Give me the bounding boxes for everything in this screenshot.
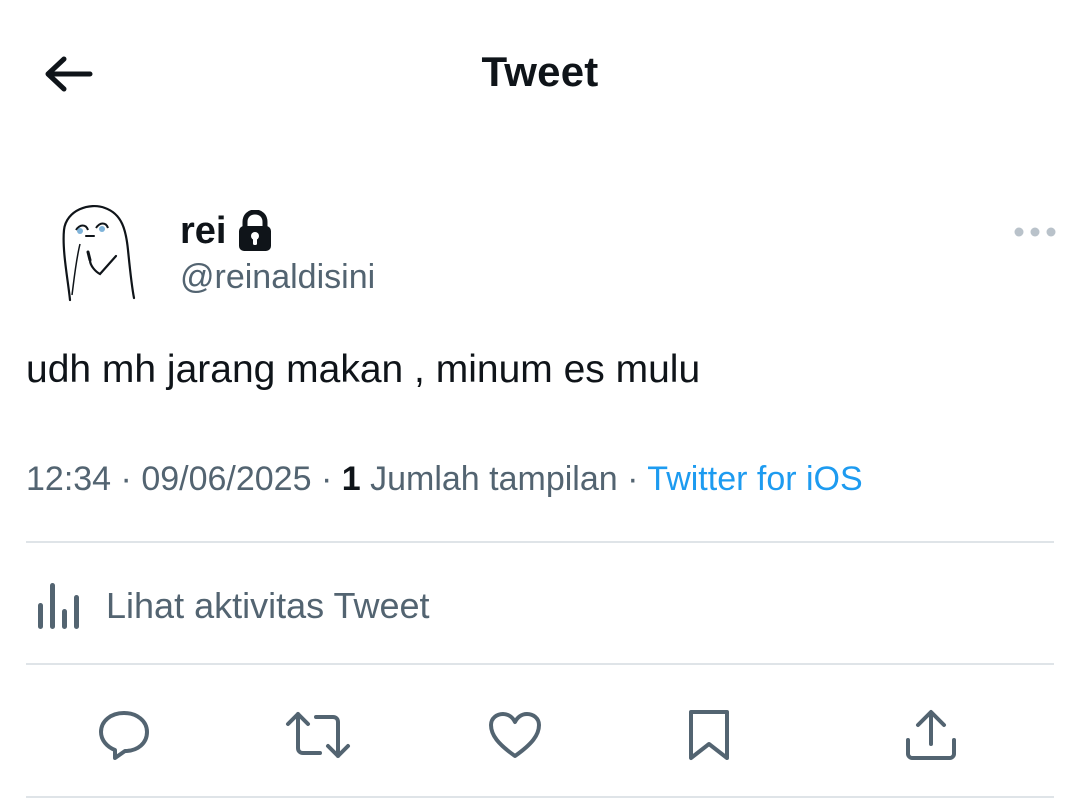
share-icon	[906, 710, 956, 760]
retweet-button[interactable]	[283, 700, 353, 770]
source-link[interactable]: Twitter for iOS	[647, 460, 862, 498]
tweet-detail-page: Tweet rei @reinaldisini udh mh jarang ma…	[0, 0, 1080, 810]
tweet-meta: 12:34 · 09/06/2025 · 1 Jumlah tampilan ·…	[26, 460, 863, 499]
more-dots-icon	[1014, 227, 1056, 237]
share-button[interactable]	[896, 700, 966, 770]
user-handle[interactable]: @reinaldisini	[180, 258, 375, 297]
tweet-activity-link[interactable]: Lihat aktivitas Tweet	[36, 580, 430, 632]
tweet-time: 12:34	[26, 460, 112, 498]
tweet-date: 09/06/2025	[141, 460, 312, 498]
retweet-icon	[286, 712, 350, 758]
avatar[interactable]	[50, 200, 150, 305]
tweet-text: udh mh jarang makan , minum es mulu	[26, 348, 701, 391]
activity-label: Lihat aktivitas Tweet	[106, 585, 430, 626]
tweet-actions-bar	[0, 700, 1080, 770]
lock-icon	[239, 210, 272, 251]
display-name: rei	[180, 209, 227, 252]
reply-bubble-icon	[99, 711, 149, 760]
bookmark-icon	[689, 710, 729, 760]
views-label: Jumlah tampilan	[370, 460, 618, 498]
divider	[26, 796, 1054, 798]
more-options-button[interactable]	[1010, 218, 1060, 246]
views-count: 1	[341, 460, 361, 498]
avatar-doodle-icon	[62, 204, 136, 302]
meta-separator: ·	[627, 460, 639, 498]
divider	[26, 541, 1054, 543]
analytics-bars-icon	[38, 583, 79, 629]
meta-separator: ·	[120, 460, 132, 498]
page-title: Tweet	[481, 48, 599, 95]
meta-separator: ·	[320, 460, 333, 498]
heart-icon	[489, 712, 541, 758]
divider	[26, 663, 1054, 665]
top-bar: Tweet	[0, 0, 1080, 150]
reply-button[interactable]	[89, 700, 159, 770]
author-name-row[interactable]: rei	[180, 205, 274, 257]
like-button[interactable]	[480, 700, 550, 770]
bookmark-button[interactable]	[674, 700, 744, 770]
